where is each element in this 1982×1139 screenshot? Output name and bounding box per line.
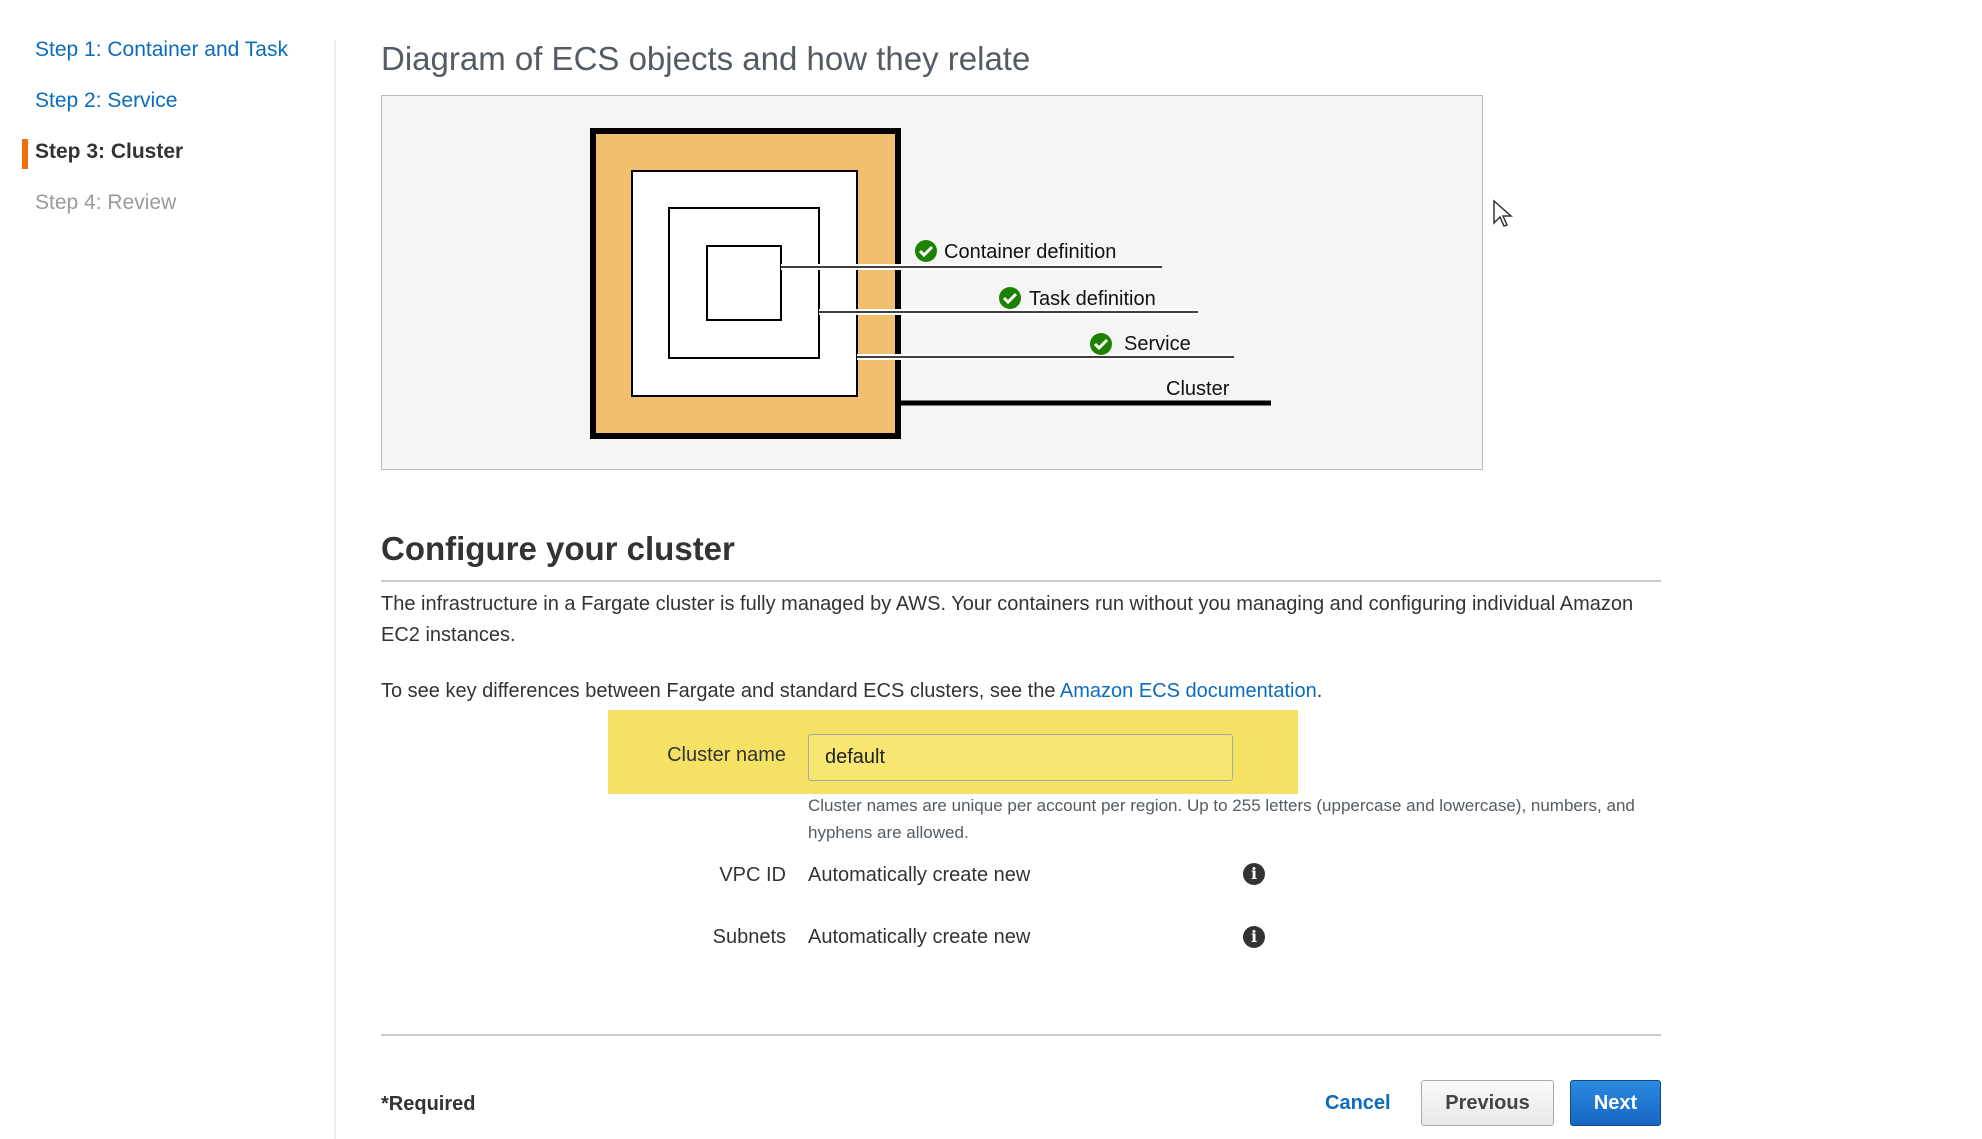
cluster-name-label: Cluster name	[667, 744, 786, 766]
footer-divider	[381, 1034, 1661, 1036]
active-step-indicator	[22, 139, 28, 169]
subnets-label: Subnets	[712, 926, 786, 948]
check-circle-icon	[915, 240, 937, 262]
ecs-diagram-graphic: Container definition Task definition Ser…	[590, 128, 1271, 439]
cluster-name-input[interactable]	[808, 734, 1233, 781]
subnets-value: Automatically create new	[808, 926, 1031, 948]
check-circle-icon	[999, 287, 1021, 309]
check-circle-icon	[1090, 333, 1112, 355]
ecs-diagram: Container definition Task definition Ser…	[381, 95, 1483, 470]
sidebar-step-3: Step 3: Cluster	[35, 140, 184, 163]
intro-paragraph: The infrastructure in a Fargate cluster …	[381, 593, 1634, 646]
label-cluster: Cluster	[1166, 378, 1230, 400]
diagram-title: Diagram of ECS objects and how they rela…	[381, 40, 1031, 77]
info-icon[interactable]: i	[1243, 863, 1265, 885]
label-container-definition: Container definition	[944, 241, 1116, 263]
info-icon[interactable]: i	[1243, 926, 1265, 948]
previous-button[interactable]: Previous	[1421, 1080, 1554, 1126]
sidebar-divider	[334, 40, 336, 1139]
docs-paragraph-text: To see key differences between Fargate a…	[381, 680, 1060, 702]
container-box	[706, 245, 782, 321]
sidebar-step-1[interactable]: Step 1: Container and Task	[35, 37, 288, 63]
section-title: Configure your cluster	[381, 530, 735, 567]
label-service: Service	[1124, 333, 1191, 355]
required-note: *Required	[381, 1093, 476, 1115]
mouse-pointer-icon	[1493, 199, 1513, 227]
wizard-sidebar: Step 1: Container and Task Step 2: Servi…	[0, 0, 336, 1139]
sidebar-step-4: Step 4: Review	[35, 191, 177, 214]
cancel-button[interactable]: Cancel	[1313, 1080, 1403, 1126]
section-divider	[381, 580, 1661, 582]
ecs-documentation-link[interactable]: Amazon ECS documentation	[1060, 680, 1317, 702]
vpc-id-label: VPC ID	[719, 864, 786, 886]
docs-paragraph: To see key differences between Fargate a…	[381, 676, 1661, 707]
next-button[interactable]: Next	[1570, 1080, 1661, 1126]
sidebar-step-2[interactable]: Step 2: Service	[35, 88, 177, 114]
label-task-definition: Task definition	[1029, 288, 1156, 310]
vpc-id-value: Automatically create new	[808, 864, 1031, 886]
docs-paragraph-suffix: .	[1316, 680, 1323, 702]
main-content: Diagram of ECS objects and how they rela…	[381, 0, 1661, 1139]
cluster-name-help: Cluster names are unique per account per…	[808, 796, 1635, 842]
